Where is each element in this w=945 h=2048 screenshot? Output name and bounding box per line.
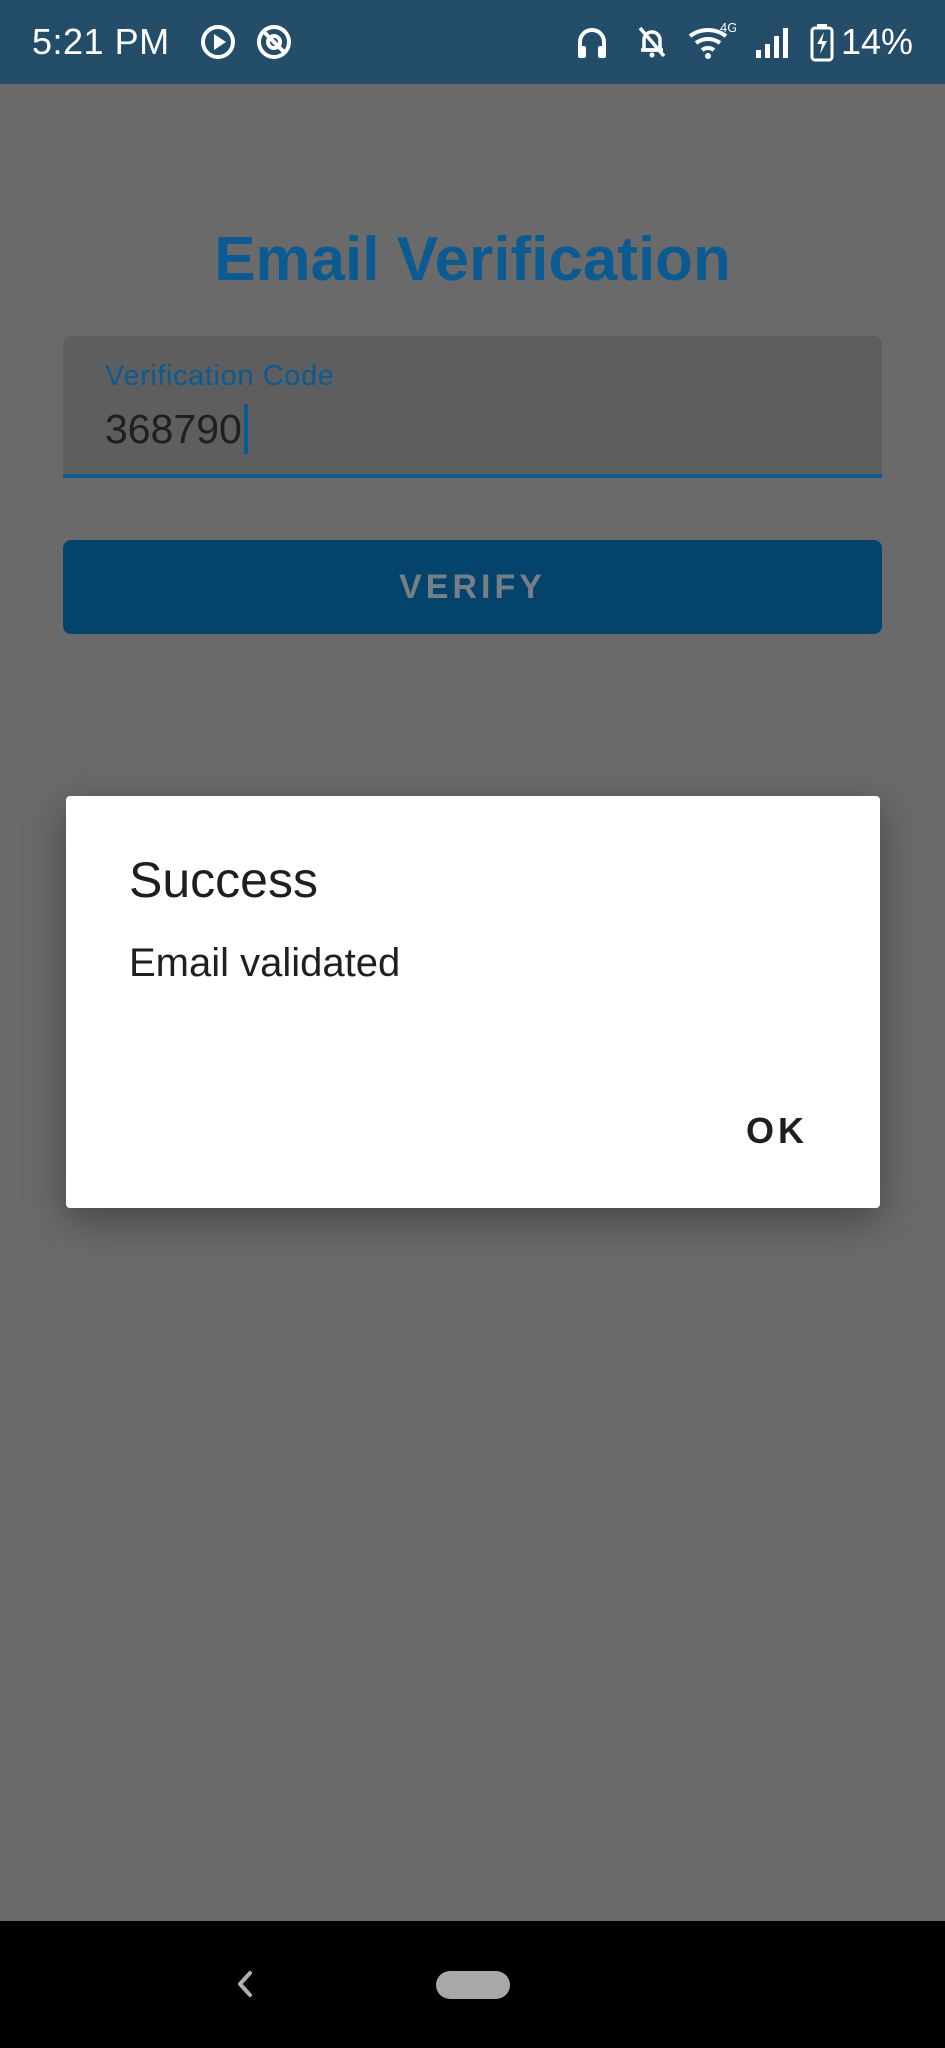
success-dialog: Success Email validated OK	[66, 796, 880, 1208]
network-type: 4G	[720, 22, 736, 35]
verification-code-value: 368790	[105, 406, 242, 452]
dialog-message: Email validated	[129, 941, 401, 985]
page-title: Email Verification	[214, 225, 731, 294]
battery-percent: 14%	[840, 21, 913, 62]
notifications-off-icon	[632, 22, 672, 62]
status-time: 5:21 PM	[32, 21, 170, 62]
back-icon[interactable]	[220, 1959, 270, 2009]
media-play-icon	[198, 22, 238, 62]
verification-code-field[interactable]: Verification Code 368790	[63, 336, 882, 478]
verification-code-label: Verification Code	[105, 360, 335, 392]
home-pill-icon[interactable]	[436, 1971, 510, 1999]
text-cursor	[243, 404, 248, 454]
battery-charging-icon	[808, 22, 836, 62]
status-bar: 5:21 PM 4G 14%	[0, 0, 945, 84]
signal-icon	[752, 22, 792, 62]
verify-button[interactable]: VERIFY	[63, 540, 882, 634]
verification-code-input[interactable]: 368790	[105, 404, 248, 454]
ok-button[interactable]: OK	[746, 1106, 808, 1156]
navigation-bar	[0, 1921, 945, 2048]
wifi-icon: 4G	[686, 20, 737, 62]
at-sign-icon	[254, 22, 294, 62]
dialog-title: Success	[129, 852, 318, 908]
headset-icon	[572, 22, 612, 62]
